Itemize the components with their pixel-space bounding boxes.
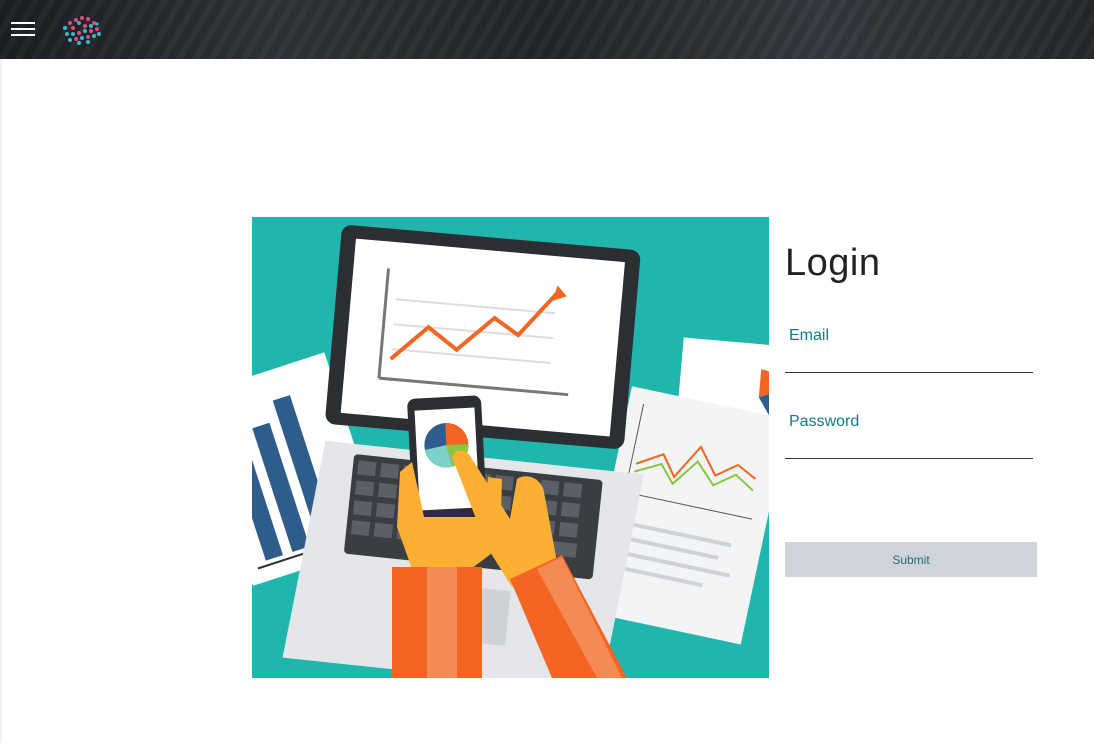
password-input[interactable] — [789, 434, 1029, 456]
submit-button[interactable]: Submit — [785, 542, 1037, 577]
password-label: Password — [789, 413, 860, 430]
hero-illustration — [252, 217, 769, 678]
password-field[interactable]: Password — [785, 413, 1033, 459]
analytics-illustration-image — [252, 225, 769, 678]
email-input[interactable] — [789, 348, 1029, 370]
email-label: Email — [789, 327, 830, 344]
hamburger-menu-icon[interactable] — [11, 22, 35, 38]
logo[interactable] — [61, 14, 103, 46]
page-left-shadow — [0, 59, 3, 743]
login-title: Login — [785, 242, 881, 284]
email-field[interactable]: Email — [785, 327, 1033, 373]
top-navbar — [0, 0, 1094, 59]
